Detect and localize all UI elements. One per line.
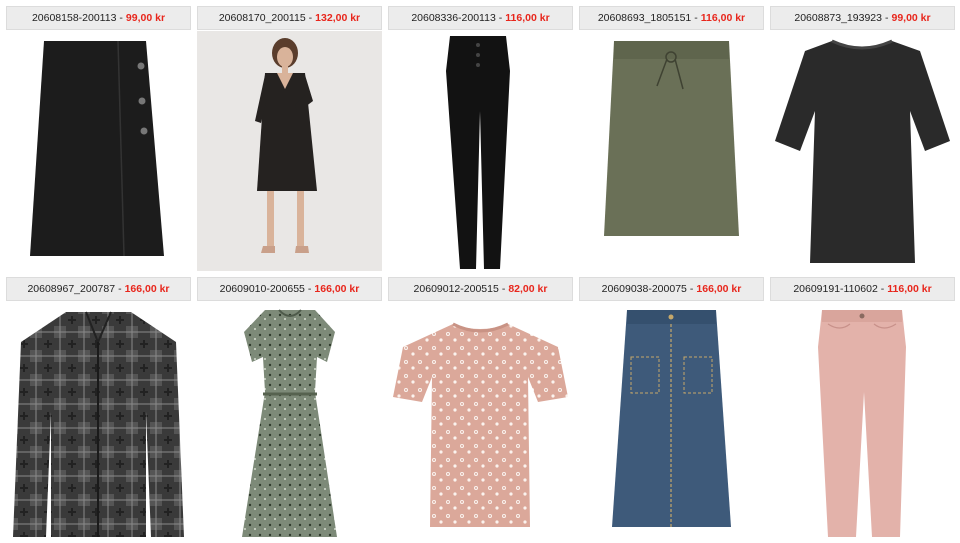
product-price: 82,00 kr — [508, 283, 548, 295]
floral-tshirt-image — [393, 322, 568, 527]
knit-top-image — [775, 39, 950, 263]
product-price: 99,00 kr — [891, 12, 931, 24]
product-card[interactable]: 20608158-200113-99,00 kr — [6, 6, 191, 271]
product-sku: 20609038-200075 — [601, 283, 687, 295]
floral-dress-image — [242, 309, 337, 537]
product-card[interactable]: 20608873_193923-99,00 kr — [770, 6, 955, 271]
product-card[interactable]: 20608693_1805151-116,00 kr — [579, 6, 764, 271]
product-image[interactable] — [770, 31, 955, 271]
product-card[interactable]: 20609191-110602-116,00 kr — [770, 277, 955, 542]
product-card[interactable]: 20608967_200787-166,00 kr — [6, 277, 191, 542]
product-header: 20609038-200075-166,00 kr — [579, 277, 764, 301]
product-price: 166,00 kr — [124, 283, 170, 295]
product-card[interactable]: 20609010-200655-166,00 kr — [197, 277, 382, 542]
product-card[interactable]: 20608170_200115-132,00 kr — [197, 6, 382, 271]
product-sku: 20609010-200655 — [219, 283, 305, 295]
product-image[interactable] — [197, 31, 382, 271]
product-sku: 20608967_200787 — [27, 283, 116, 295]
product-price: 166,00 kr — [696, 283, 742, 295]
product-image[interactable] — [6, 302, 191, 542]
product-header: 20608873_193923-99,00 kr — [770, 6, 955, 30]
product-price: 116,00 kr — [505, 12, 550, 24]
product-sku: 20608170_200115 — [218, 12, 306, 24]
denim-skirt-image — [612, 310, 731, 527]
product-card[interactable]: 20609038-200075-166,00 kr — [579, 277, 764, 542]
product-price: 132,00 kr — [315, 12, 361, 24]
product-header: 20609191-110602-116,00 kr — [770, 277, 955, 301]
product-image[interactable] — [388, 302, 573, 542]
product-image[interactable] — [579, 31, 764, 271]
product-card[interactable]: 20609012-200515-82,00 kr — [388, 277, 573, 542]
wrap-skirt-image — [30, 40, 164, 257]
product-header: 20608693_1805151-116,00 kr — [579, 6, 764, 30]
product-price: 166,00 kr — [314, 283, 360, 295]
product-header: 20608336-200113-116,00 kr — [388, 6, 573, 30]
product-header: 20608158-200113-99,00 kr — [6, 6, 191, 30]
product-sku: 20608873_193923 — [794, 12, 882, 24]
product-image[interactable] — [388, 31, 573, 271]
product-sku: 20608158-200113 — [31, 12, 117, 24]
dress-model-image — [197, 31, 382, 271]
product-image[interactable] — [579, 302, 764, 542]
cropped-pants-image — [818, 310, 906, 537]
product-header: 20608967_200787-166,00 kr — [6, 277, 191, 301]
skinny-pants-image — [446, 36, 510, 269]
product-sku: 20608336-200113 — [411, 12, 496, 24]
product-header: 20609010-200655-166,00 kr — [197, 277, 382, 301]
product-price: 116,00 kr — [700, 12, 746, 24]
product-header: 20608170_200115-132,00 kr — [197, 6, 382, 30]
product-card[interactable]: 20608336-200113-116,00 kr — [388, 6, 573, 271]
product-sku: 20609191-110602 — [793, 283, 878, 295]
product-header: 20609012-200515-82,00 kr — [388, 277, 573, 301]
product-sku: 20609012-200515 — [413, 283, 499, 295]
product-price: 99,00 kr — [125, 12, 166, 24]
product-price: 116,00 kr — [887, 283, 932, 295]
product-image[interactable] — [6, 31, 191, 271]
shirt-jacket-image — [13, 311, 184, 537]
product-grid: 20608158-200113-99,00 kr 20608170_200115… — [6, 6, 955, 542]
product-sku: 20608693_1805151 — [597, 12, 692, 24]
product-image[interactable] — [197, 302, 382, 542]
product-image[interactable] — [770, 302, 955, 542]
drawstring-skirt-image — [604, 41, 739, 236]
